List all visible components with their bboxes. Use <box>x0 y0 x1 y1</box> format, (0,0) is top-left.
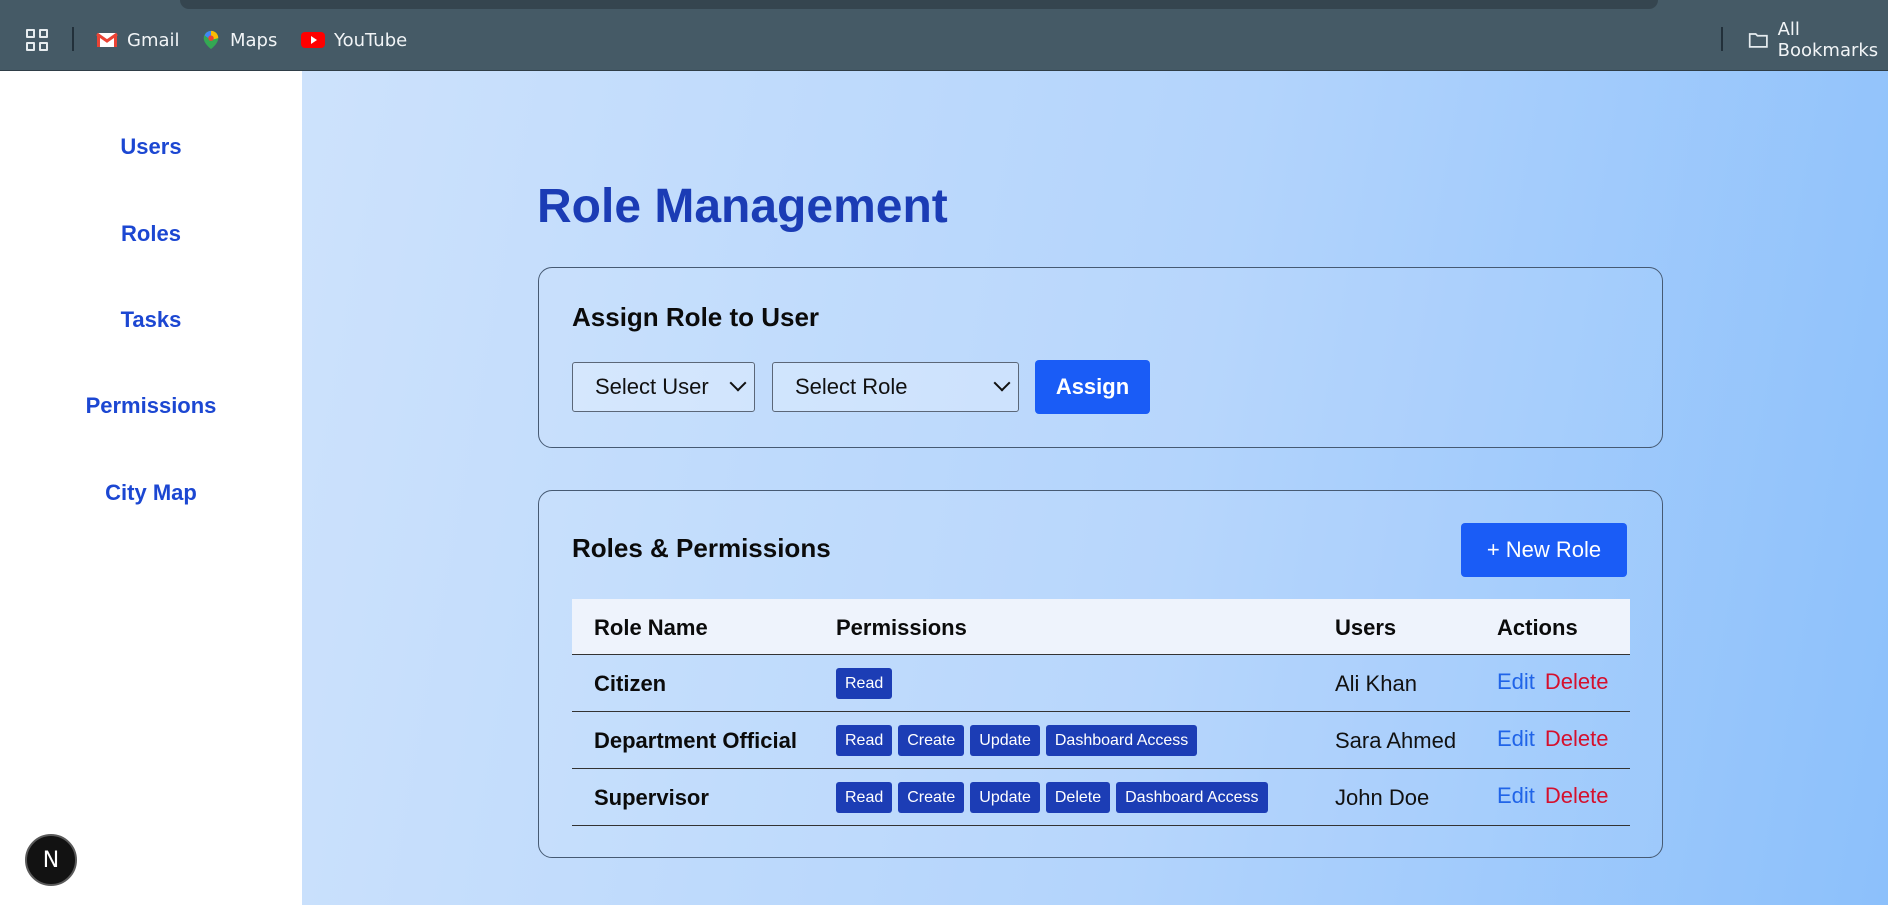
permission-badge: Read <box>836 782 893 813</box>
table-header: Role Name Permissions Users Actions <box>572 599 1630 655</box>
roles-permissions-title: Roles & Permissions <box>572 533 831 563</box>
permission-badge: Delete <box>1045 782 1111 813</box>
bookmark-maps[interactable]: Maps <box>201 28 277 52</box>
select-role-value: Select Role <box>795 374 908 399</box>
bookmark-youtube-label: YouTube <box>334 29 408 51</box>
bookmarks-divider-right <box>1721 27 1723 51</box>
permission-badge: Dashboard Access <box>1045 725 1198 756</box>
select-role-dropdown[interactable]: Select Role <box>772 362 1019 412</box>
delete-link[interactable]: Delete <box>1545 669 1609 695</box>
role-user: Sara Ahmed <box>1335 728 1457 753</box>
bookmark-gmail-label: Gmail <box>127 29 180 51</box>
permission-list: Read <box>836 668 893 699</box>
permission-badge: Dashboard Access <box>1116 782 1268 813</box>
sidebar-item-roles[interactable]: Roles <box>0 221 302 247</box>
chevron-down-icon <box>993 374 1011 392</box>
row-actions: Edit Delete <box>1497 783 1609 809</box>
table-row: Supervisor Read Create Update Delete Das… <box>572 769 1630 826</box>
assign-button[interactable]: Assign <box>1035 360 1150 414</box>
roles-table: Role Name Permissions Users Actions Citi… <box>572 599 1630 826</box>
permission-badge: Create <box>898 725 965 756</box>
bookmark-gmail[interactable]: Gmail <box>96 28 180 52</box>
sidebar-item-permissions[interactable]: Permissions <box>0 393 302 419</box>
column-role-name: Role Name <box>594 615 708 640</box>
delete-link[interactable]: Delete <box>1545 783 1609 809</box>
sidebar: Users Roles Tasks Permissions City Map N <box>0 71 302 905</box>
role-name: Supervisor <box>594 785 709 810</box>
main-content: Role Management Assign Role to User Sele… <box>302 71 1888 905</box>
row-actions: Edit Delete <box>1497 669 1609 695</box>
role-user: John Doe <box>1335 785 1430 810</box>
all-bookmarks[interactable]: All Bookmarks <box>1748 19 1888 61</box>
permission-badge: Create <box>898 782 965 813</box>
sidebar-item-tasks[interactable]: Tasks <box>0 307 302 333</box>
select-user-value: Select User <box>595 374 709 399</box>
permission-list: Read Create Update Delete Dashboard Acce… <box>836 782 1268 813</box>
delete-link[interactable]: Delete <box>1545 726 1609 752</box>
permission-badge: Read <box>836 725 893 756</box>
column-actions: Actions <box>1497 615 1578 640</box>
folder-icon <box>1748 33 1768 48</box>
youtube-icon <box>301 32 325 48</box>
column-users: Users <box>1335 615 1397 640</box>
page-title: Role Management <box>537 180 948 233</box>
permission-list: Read Create Update Dashboard Access <box>836 725 1198 756</box>
row-actions: Edit Delete <box>1497 726 1609 752</box>
bookmark-maps-label: Maps <box>230 29 278 51</box>
sidebar-item-users[interactable]: Users <box>0 134 302 160</box>
chevron-down-icon <box>729 374 747 392</box>
bookmarks-divider <box>72 27 74 51</box>
assign-role-card: Assign Role to User Select User Select R… <box>538 267 1663 448</box>
new-role-button[interactable]: + New Role <box>1461 523 1627 577</box>
role-name: Department Official <box>594 728 797 753</box>
roles-permissions-card: Roles & Permissions + New Role Role Name… <box>538 490 1663 858</box>
role-user: Ali Khan <box>1335 671 1417 696</box>
maps-icon <box>203 30 219 50</box>
apps-grid-icon[interactable] <box>26 29 48 51</box>
bookmark-youtube[interactable]: YouTube <box>301 28 407 52</box>
edit-link[interactable]: Edit <box>1497 726 1535 752</box>
role-name: Citizen <box>594 671 667 696</box>
table-row: Department Official Read Create Update D… <box>572 712 1630 769</box>
nextjs-dev-badge[interactable]: N <box>25 834 77 886</box>
sidebar-item-city-map[interactable]: City Map <box>0 480 302 506</box>
bookmarks-bar: Gmail Maps YouTube All Bookmarks <box>0 0 1888 71</box>
gmail-icon <box>96 32 118 47</box>
all-bookmarks-label: All Bookmarks <box>1777 19 1879 61</box>
permission-badge: Update <box>970 782 1040 813</box>
tab-strip-edge <box>180 0 1658 9</box>
table-row: Citizen Read Ali Khan Edit Delete <box>572 655 1630 712</box>
edit-link[interactable]: Edit <box>1497 783 1535 809</box>
permission-badge: Read <box>836 668 893 699</box>
edit-link[interactable]: Edit <box>1497 669 1535 695</box>
select-user-dropdown[interactable]: Select User <box>572 362 755 412</box>
assign-role-title: Assign Role to User <box>572 302 820 332</box>
column-permissions: Permissions <box>836 615 967 640</box>
nextjs-badge-letter: N <box>42 847 60 873</box>
permission-badge: Update <box>970 725 1040 756</box>
